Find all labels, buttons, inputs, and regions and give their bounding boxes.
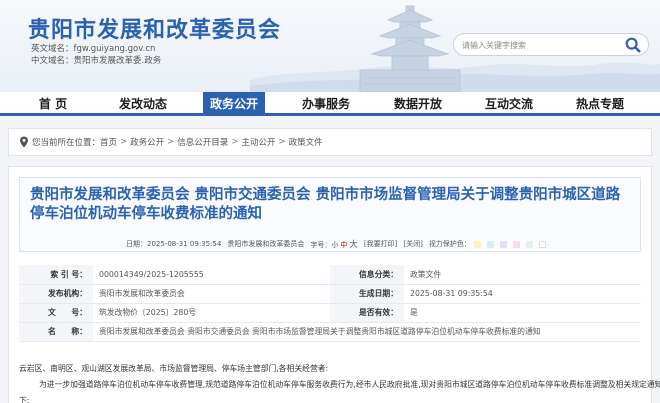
location-pin-icon (20, 136, 28, 148)
table-row: 文 号： 筑发改物价〔2025〕280号 是否有效： 是 (19, 303, 641, 323)
meta-date: 日期：2025-08-31 09:35:54 (126, 239, 221, 249)
site-header: 贵阳市发展和改革委员会 英文域名：fgw.guiyang.gov.cn 中文域名… (0, 0, 660, 92)
breadcrumb-policy-docs[interactable]: 政策文件 (289, 136, 323, 148)
chinese-domain-label: 中文域名： (31, 56, 74, 66)
breadcrumb-home[interactable]: 首页 (100, 136, 117, 148)
created-date-label: 生成日期： (330, 284, 404, 304)
chinese-domain: 中文域名：贵阳市发展改革委.政务 (31, 54, 161, 66)
font-size-label: 字号： (310, 241, 332, 249)
publisher-value: 贵阳市发展和改革委员会 (93, 284, 330, 304)
article-header: 贵阳市发展和改革委员会 贵阳市交通委员会 贵阳市市场监督管理局关于调整贵阳市城区… (19, 177, 641, 252)
article-title: 贵阳市发展和改革委员会 贵阳市交通委员会 贵阳市市场监督管理局关于调整贵阳市城区… (30, 187, 621, 222)
eyecare-swatch[interactable] (499, 240, 507, 248)
table-row: 名 称： 贵阳市发展和改革委员会 贵阳市交通委员会 贵阳市市场监督管理局关于调整… (19, 322, 641, 342)
category-label: 信息分类： (330, 265, 404, 285)
main-nav: 首 页 发改动态 政务公开 办事服务 数据开放 互动交流 热点专题 (0, 92, 660, 116)
article-meta: 日期：2025-08-31 09:35:54 贵阳市发展和改革委员会 字号：小中… (126, 238, 552, 250)
created-date-value: 2025-08-31 09:35:54 (404, 284, 641, 304)
nav-open-data[interactable]: 数据开放 (379, 92, 457, 116)
breadcrumb: 您当前所在位置： 首页 > 政务公开 > 信息公开目录 > 主动公开 > 政策文… (19, 136, 323, 148)
pavilion-tower-graphic (359, 5, 461, 92)
english-domain: 英文域名：fgw.guiyang.gov.cn (31, 42, 155, 54)
validity-value: 是 (404, 303, 641, 323)
meta-date-value: 2025-08-31 09:35:54 (147, 240, 222, 248)
nav-home[interactable]: 首 页 (14, 92, 92, 116)
eyecare-swatch[interactable] (512, 240, 520, 248)
breadcrumb-info-directory[interactable]: 信息公开目录 (177, 136, 228, 148)
eyecare-label: 视力保护色： (428, 240, 471, 248)
document-info-table: 索 引 号： 000014349/2025-1205555 信息分类： 政策文件… (19, 265, 641, 342)
search-icon[interactable] (624, 36, 642, 54)
article-body-paragraph: 为进一步加强道路停车泊位机动车停车收费管理,规范道路停车泊位机动车停车服务收费行… (39, 380, 660, 389)
site-title: 贵阳市发展和改革委员会 (28, 18, 282, 43)
close-link[interactable]: [关闭] (403, 239, 422, 249)
breadcrumb-bar: 您当前所在位置： 首页 > 政务公开 > 信息公开目录 > 主动公开 > 政策文… (8, 128, 652, 156)
index-number-value: 000014349/2025-1205555 (93, 265, 330, 285)
meta-source: 贵阳市发展和改革委员会 (227, 240, 305, 248)
print-link[interactable]: [我要打印] (364, 239, 397, 249)
search-input[interactable] (462, 37, 612, 53)
nav-interaction[interactable]: 互动交流 (470, 92, 548, 116)
eyecare-swatch[interactable] (538, 240, 546, 248)
category-value: 政策文件 (404, 265, 641, 285)
breadcrumb-active-disclosure[interactable]: 主动公开 (241, 136, 275, 148)
font-size-large[interactable]: 大 (349, 240, 358, 250)
nav-topics[interactable]: 热点专题 (561, 92, 639, 116)
eyecare-swatch[interactable] (525, 240, 533, 248)
doc-number-label: 文 号： (19, 303, 93, 323)
article-body-paragraph-cont: 下: (19, 396, 30, 403)
chinese-domain-value[interactable]: 贵阳市发展改革委.政务 (74, 56, 162, 66)
breadcrumb-separator: > (120, 137, 128, 147)
breadcrumb-separator: > (167, 137, 175, 147)
eyecare-swatch[interactable] (473, 240, 481, 248)
breadcrumb-separator: > (231, 137, 239, 147)
table-row: 发布机构： 贵阳市发展和改革委员会 生成日期： 2025-08-31 09:35… (19, 284, 641, 304)
index-number-label: 索 引 号： (19, 265, 93, 285)
nav-news[interactable]: 发改动态 (104, 92, 182, 116)
table-row: 索 引 号： 000014349/2025-1205555 信息分类： 政策文件 (19, 265, 641, 285)
meta-date-label: 日期： (126, 240, 147, 248)
publisher-label: 发布机构： (19, 284, 93, 304)
breadcrumb-separator: > (278, 137, 286, 147)
nav-gov-affairs[interactable]: 政务公开 (203, 92, 265, 116)
font-size-control: 字号：小中大 (310, 238, 358, 250)
doc-name-label: 名 称： (19, 322, 93, 342)
validity-label: 是否有效： (330, 303, 404, 323)
search-box (453, 33, 649, 56)
breadcrumb-prefix: 您当前所在位置： (32, 138, 101, 148)
eyecare-swatch[interactable] (486, 240, 494, 248)
english-domain-value[interactable]: fgw.guiyang.gov.cn (74, 44, 156, 54)
doc-name-value: 贵阳市发展和改革委员会 贵阳市交通委员会 贵阳市市场监督管理局关于调整贵阳市城区… (93, 322, 641, 342)
article-panel: 贵阳市发展和改革委员会 贵阳市交通委员会 贵阳市市场监督管理局关于调整贵阳市城区… (8, 166, 660, 403)
font-size-medium[interactable]: 中 (340, 241, 347, 249)
nav-services[interactable]: 办事服务 (287, 92, 365, 116)
breadcrumb-gov-affairs[interactable]: 政务公开 (130, 136, 164, 148)
font-size-small[interactable]: 小 (331, 241, 338, 249)
english-domain-label: 英文域名： (31, 44, 74, 54)
doc-number-value: 筑发改物价〔2025〕280号 (93, 303, 330, 323)
article-body-addressee: 云岩区、南明区、观山湖区发展改革局、市场监督管理局、停车场主管部门,各相关经营者… (19, 364, 329, 373)
